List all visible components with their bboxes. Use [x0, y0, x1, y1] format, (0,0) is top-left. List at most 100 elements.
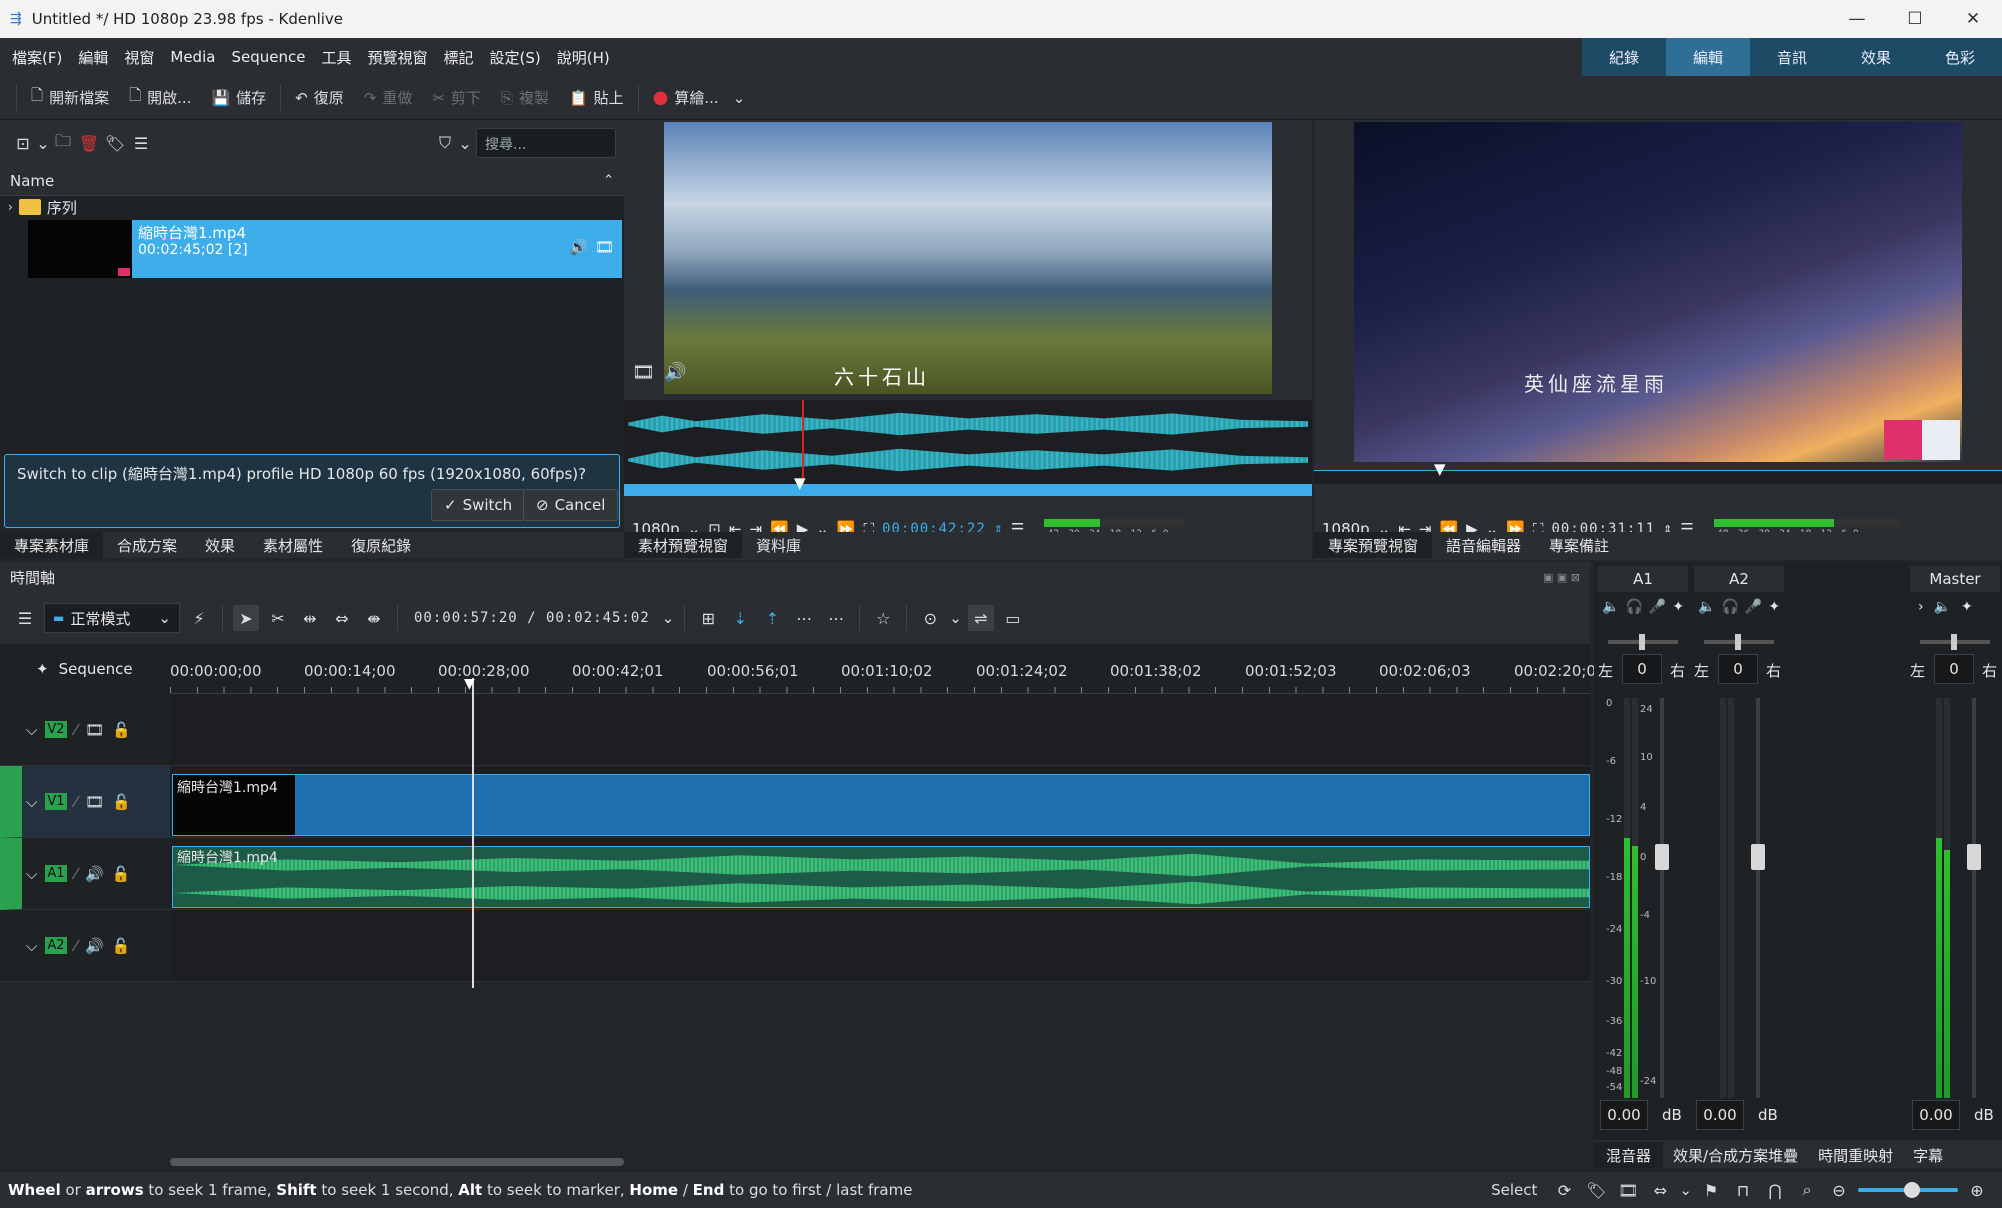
- track-head-v1[interactable]: ⌵ V1 ⁄ 🎞 🔓: [0, 766, 170, 838]
- track-a1[interactable]: 縮時台灣1.mp4: [170, 838, 1590, 910]
- tab-effects[interactable]: 效果: [191, 532, 249, 558]
- menu-view[interactable]: 視窗: [116, 47, 162, 68]
- insert-icon[interactable]: ⊞: [695, 605, 721, 631]
- headphones-icon[interactable]: 🎧: [1625, 599, 1642, 615]
- film-icon[interactable]: 🎞: [632, 362, 655, 383]
- volume-db[interactable]: 0.00: [1600, 1100, 1648, 1130]
- pan-value[interactable]: 0: [1718, 654, 1758, 684]
- select-tool-icon[interactable]: ➤: [233, 605, 259, 631]
- pan-slider[interactable]: [1704, 634, 1774, 650]
- track-tag[interactable]: A1: [45, 865, 67, 882]
- clip-monitor-video[interactable]: 六十石山: [664, 122, 1272, 394]
- snap-icon[interactable]: ⊓: [1730, 1177, 1756, 1203]
- track-v1[interactable]: 縮時台灣1.mp4: [170, 766, 1590, 838]
- track-v2[interactable]: [170, 694, 1590, 766]
- track-tag[interactable]: V2: [45, 721, 67, 738]
- edit-mode-select[interactable]: ▬ 正常模式 ⌄: [44, 603, 180, 633]
- collapse-icon[interactable]: ⌵: [26, 721, 37, 739]
- tab-mixer[interactable]: 混音器: [1594, 1142, 1664, 1168]
- tab-project-notes[interactable]: 專案備註: [1535, 532, 1623, 558]
- track-tag[interactable]: V1: [45, 793, 67, 810]
- bin-search-input[interactable]: 搜尋...: [476, 128, 616, 158]
- menu-settings[interactable]: 設定(S): [481, 47, 548, 68]
- collapse-icon[interactable]: ⌵: [26, 865, 37, 883]
- tab-undo-history[interactable]: 復原紀錄: [337, 532, 425, 558]
- playhead-marker-icon[interactable]: ▼: [794, 474, 806, 492]
- tab-effect-stack[interactable]: 效果/合成方案堆疊: [1663, 1142, 1808, 1168]
- audio-icon[interactable]: 🔊: [664, 362, 686, 383]
- chevron-down-icon[interactable]: ⌄: [733, 89, 746, 107]
- razor-mix-icon[interactable]: ⚡: [186, 605, 212, 631]
- subtitle-icon[interactable]: ▭: [1000, 605, 1026, 631]
- menu-help[interactable]: 說明(H): [549, 47, 618, 68]
- extract-zone-icon[interactable]: ⋯: [823, 605, 849, 631]
- track-head-a2[interactable]: ⌵ A2 ⁄ 🔊 🔓: [0, 910, 170, 982]
- chevron-down-icon[interactable]: ⌄: [458, 130, 472, 156]
- volume-slider[interactable]: [1655, 698, 1669, 1098]
- sequence-header[interactable]: ✦ Sequence: [0, 644, 170, 694]
- mic-icon[interactable]: 🎤: [1745, 599, 1762, 615]
- mic-icon[interactable]: 🎤: [1649, 599, 1666, 615]
- lock-icon[interactable]: 🔓: [112, 937, 131, 955]
- star-icon[interactable]: ☆: [870, 605, 896, 631]
- mixer-toggle-icon[interactable]: ⇌: [967, 605, 994, 631]
- mute-icon[interactable]: 🔈: [1602, 599, 1619, 615]
- playhead-marker-icon[interactable]: ▼: [1434, 460, 1446, 478]
- layout-editing[interactable]: 編輯: [1666, 38, 1750, 76]
- film-icon[interactable]: 🎞: [595, 238, 614, 256]
- lock-icon[interactable]: 🔓: [112, 721, 131, 739]
- redo-button[interactable]: ↷ 重做: [354, 87, 423, 108]
- spacer-tool-icon[interactable]: ⇹: [297, 605, 323, 631]
- render-button[interactable]: ● 算繪... ⌄: [643, 87, 756, 108]
- menu-sequence[interactable]: Sequence: [223, 48, 313, 66]
- volume-db[interactable]: 0.00: [1912, 1100, 1960, 1130]
- bin-column-header[interactable]: Name ⌃: [0, 166, 624, 196]
- magic-wand-icon[interactable]: ✦: [1768, 599, 1780, 615]
- menu-media[interactable]: Media: [162, 48, 223, 66]
- pan-value[interactable]: 0: [1934, 654, 1974, 684]
- slip-tool-icon[interactable]: ⇼: [361, 605, 387, 631]
- filter-icon[interactable]: ⛉: [432, 130, 458, 156]
- tag-icon[interactable]: 🏷: [102, 130, 128, 156]
- collapse-icon[interactable]: ⌵: [26, 793, 37, 811]
- menu-file[interactable]: 檔案(F): [0, 47, 70, 68]
- menu-tools[interactable]: 工具: [313, 47, 359, 68]
- record-voice-icon[interactable]: ⊙: [917, 605, 943, 631]
- tab-clip-monitor[interactable]: 素材預覽視窗: [624, 532, 743, 558]
- volume-slider[interactable]: [1751, 698, 1765, 1098]
- bin-clip-item[interactable]: 縮時台灣1.mp4 00:02:45;02 [2] 🔊 🎞: [28, 220, 622, 278]
- chevron-down-icon[interactable]: ⌄: [949, 609, 962, 627]
- copy-button[interactable]: ⎘ 複製: [491, 87, 559, 108]
- cancel-button[interactable]: ⊘ Cancel: [523, 489, 619, 521]
- maximize-button[interactable]: ☐: [1886, 0, 1944, 38]
- add-clip-icon[interactable]: ⊡: [10, 130, 36, 156]
- close-button[interactable]: ✕: [1944, 0, 2002, 38]
- lift-icon[interactable]: ⇡: [759, 605, 785, 631]
- layout-audio[interactable]: 音訊: [1750, 38, 1834, 76]
- tag-icon[interactable]: 🏷: [1583, 1177, 1609, 1203]
- expand-arrow-icon[interactable]: ›: [8, 200, 13, 214]
- magic-wand-icon[interactable]: ✦: [1961, 599, 1973, 615]
- menu-markers[interactable]: 標記: [435, 47, 481, 68]
- effects-icon[interactable]: ⁄: [75, 937, 78, 955]
- tab-compositions[interactable]: 合成方案: [103, 532, 191, 558]
- timeline-scrollbar[interactable]: [170, 1158, 624, 1166]
- mute-icon[interactable]: 🔈: [1934, 599, 1951, 615]
- tab-time-remap[interactable]: 時間重映射: [1808, 1142, 1903, 1168]
- track-head-v2[interactable]: ⌵ V2 ⁄ 🎞 🔓: [0, 694, 170, 766]
- tab-library[interactable]: 資料庫: [742, 532, 815, 558]
- mute-icon[interactable]: 🔈: [1698, 599, 1715, 615]
- tab-subtitles[interactable]: 字幕: [1903, 1142, 1953, 1168]
- pan-value[interactable]: 0: [1622, 654, 1662, 684]
- effects-icon[interactable]: ⁄: [75, 865, 78, 883]
- film-icon[interactable]: 🎞: [85, 793, 104, 811]
- switch-button[interactable]: ✓ Switch: [431, 489, 526, 521]
- chevron-down-icon[interactable]: ⌄: [662, 609, 675, 627]
- overwrite-icon[interactable]: ⇣: [727, 605, 753, 631]
- effects-icon[interactable]: ⁄: [75, 721, 78, 739]
- lock-icon[interactable]: 🔓: [112, 793, 131, 811]
- timeline-playhead[interactable]: [472, 678, 474, 988]
- hamburger-menu-icon[interactable]: ☰: [12, 605, 38, 631]
- menu-monitor[interactable]: 預覽視窗: [359, 47, 435, 68]
- save-button[interactable]: 💾 儲存: [201, 87, 276, 108]
